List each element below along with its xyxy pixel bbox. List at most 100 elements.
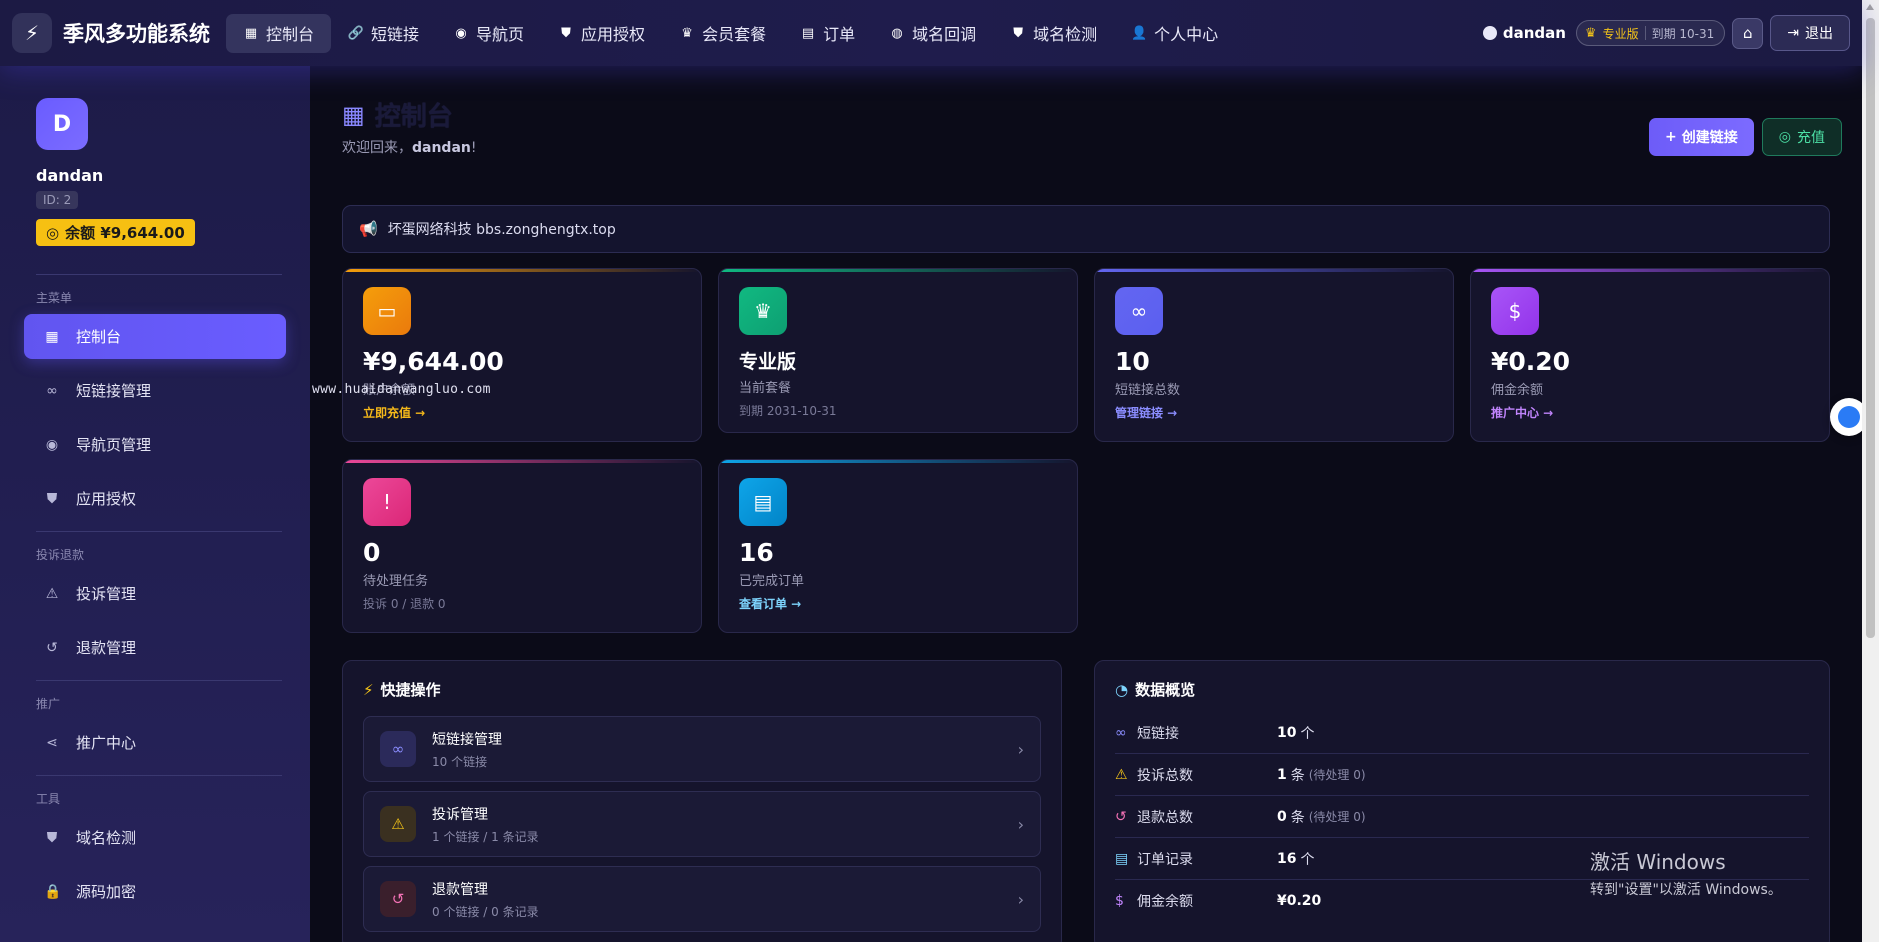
top-navbar: ⚡ 季风多功能系统 ▦ 控制台 🔗 短链接 ◉ 导航页 ⛊ 应用授权 ♛ 会员套… bbox=[0, 0, 1862, 66]
sidebar-item-code-encrypt[interactable]: 🔒 源码加密 bbox=[24, 869, 286, 914]
shield-icon: ⛊ bbox=[46, 490, 58, 507]
crown-icon: ♛ bbox=[739, 287, 787, 335]
quick-item-complaints[interactable]: ⚠ 投诉管理 1 个链接 / 1 条记录 › bbox=[363, 791, 1041, 857]
pie-chart-icon: ◔ bbox=[1115, 680, 1129, 699]
bolt-icon[interactable]: ⚡ bbox=[12, 13, 52, 53]
user-icon: 👤 bbox=[1131, 25, 1148, 41]
link-icon: ∞ bbox=[1115, 287, 1163, 335]
sidebar-section-title: 工具 bbox=[36, 792, 61, 806]
undo-icon: ↺ bbox=[1115, 808, 1127, 825]
nav-short-link[interactable]: 🔗 短链接 bbox=[331, 14, 436, 53]
user-menu[interactable]: dandan bbox=[1482, 24, 1566, 42]
recharge-button[interactable]: ◎ 充值 bbox=[1761, 118, 1842, 156]
watermark-text: www.huaidanwangluo.com bbox=[312, 382, 491, 397]
share-icon: ⋖ bbox=[46, 734, 58, 751]
alert-icon: ! bbox=[363, 478, 411, 526]
data-overview-panel: ◔ 数据概览 ∞ 短链接 10 个 ⚠ 投诉总数 1 条 (待处理 0) ↺ 退… bbox=[1094, 660, 1830, 942]
nav-orders[interactable]: ▤ 订单 bbox=[783, 14, 872, 53]
hand-coin-icon: $ bbox=[1491, 287, 1539, 335]
quick-item-short-links[interactable]: ∞ 短链接管理 10 个链接 › bbox=[363, 716, 1041, 782]
nav-app-auth[interactable]: ⛊ 应用授权 bbox=[541, 14, 662, 53]
header-actions: + 创建链接 ◎ 充值 bbox=[1649, 118, 1842, 156]
shield-icon: ⛊ bbox=[46, 829, 58, 846]
stat-card-plan: ♛ 专业版 当前套餐 到期 2031-10-31 bbox=[718, 268, 1078, 433]
grid-icon: ▦ bbox=[45, 328, 59, 345]
coins-icon: ◎ bbox=[1778, 129, 1791, 145]
main-nav: ▦ 控制台 🔗 短链接 ◉ 导航页 ⛊ 应用授权 ♛ 会员套餐 ▤ 订单 ◍ 域… bbox=[226, 0, 1235, 66]
home-button[interactable]: ⌂ bbox=[1732, 17, 1764, 49]
page-scrollbar[interactable] bbox=[1862, 0, 1879, 942]
globe-icon: ◍ bbox=[891, 25, 903, 41]
quick-actions-panel: ⚡ 快捷操作 ∞ 短链接管理 10 个链接 › ⚠ 投诉管理 1 个链接 / 1… bbox=[342, 660, 1062, 942]
app-brand[interactable]: 季风多功能系统 bbox=[63, 18, 210, 48]
warning-icon: ⚠ bbox=[380, 806, 416, 842]
megaphone-icon: 📢 bbox=[359, 220, 378, 238]
crown-icon: ♛ bbox=[1584, 25, 1597, 41]
wallet-icon: ▭ bbox=[363, 287, 411, 335]
sidebar-item-refunds[interactable]: ↺ 退款管理 bbox=[24, 625, 286, 670]
sidebar-item-app-auth[interactable]: ⛊ 应用授权 bbox=[24, 476, 286, 521]
nav-navigation-page[interactable]: ◉ 导航页 bbox=[436, 14, 541, 53]
stat-card-orders: ▤ 16 已完成订单 查看订单 → bbox=[718, 459, 1078, 633]
sidebar: D dandan ID: 2 ◎ 余额 ¥9,644.00 主菜单 ▦ 控制台 … bbox=[0, 66, 310, 942]
promotion-center-link[interactable]: 推广中心 → bbox=[1491, 404, 1809, 421]
scroll-thumb[interactable] bbox=[1866, 18, 1875, 638]
nav-membership[interactable]: ♛ 会员套餐 bbox=[662, 14, 783, 53]
home-icon: ⌂ bbox=[1743, 24, 1753, 42]
receipt-icon: ▤ bbox=[801, 25, 815, 41]
coins-icon: ◎ bbox=[46, 223, 60, 242]
top-right-area: dandan ♛ 专业版 到期 10-31 ⌂ ⇥ 退出 bbox=[1482, 15, 1850, 51]
recharge-link[interactable]: 立即充值 → bbox=[363, 404, 681, 421]
lock-icon: 🔒 bbox=[44, 883, 62, 900]
chat-icon bbox=[1838, 406, 1860, 428]
main-content: ▦ 控制台 欢迎回来，dandan! + 创建链接 ◎ 充值 📢 坏蛋网络科技 … bbox=[310, 66, 1862, 942]
quick-item-refunds[interactable]: ↺ 退款管理 0 个链接 / 0 条记录 › bbox=[363, 866, 1041, 932]
create-link-button[interactable]: + 创建链接 bbox=[1649, 118, 1754, 156]
grid-icon: ▦ bbox=[342, 100, 365, 129]
announcement-bar: 📢 坏蛋网络科技 bbs.zonghengtx.top bbox=[342, 205, 1830, 253]
warning-icon: ⚠ bbox=[1115, 766, 1128, 783]
logout-icon: ⇥ bbox=[1787, 25, 1799, 41]
sidebar-item-dashboard[interactable]: ▦ 控制台 bbox=[24, 314, 286, 359]
panel-title: ◔ 数据概览 bbox=[1115, 680, 1196, 700]
stat-card-short-links: ∞ 10 短链接总数 管理链接 → bbox=[1094, 268, 1454, 442]
scroll-up-arrow-icon[interactable] bbox=[1866, 4, 1874, 10]
chevron-right-icon: › bbox=[1017, 814, 1024, 834]
nav-domain-callback[interactable]: ◍ 域名回调 bbox=[872, 14, 993, 53]
sidebar-section-title: 推广 bbox=[36, 697, 61, 711]
windows-activation-notice: 激活 Windows 转到"设置"以激活 Windows。 bbox=[1590, 850, 1782, 898]
sidebar-section-title: 投诉退款 bbox=[36, 548, 85, 562]
sidebar-item-domain-check[interactable]: ⛊ 域名检测 bbox=[24, 815, 286, 860]
sidebar-item-short-link[interactable]: ∞ 短链接管理 bbox=[24, 368, 286, 413]
link-icon: ∞ bbox=[380, 731, 416, 767]
shield-icon: ⛊ bbox=[1013, 25, 1023, 41]
grid-icon: ▦ bbox=[244, 25, 258, 41]
nav-dashboard[interactable]: ▦ 控制台 bbox=[226, 13, 332, 53]
compass-icon: ◉ bbox=[45, 436, 59, 453]
nav-domain-check[interactable]: ⛊ 域名检测 bbox=[993, 14, 1114, 53]
sidebar-item-promotion[interactable]: ⋖ 推广中心 bbox=[24, 720, 286, 765]
compass-icon: ◉ bbox=[455, 25, 467, 41]
overview-row: ∞ 短链接 10 个 bbox=[1115, 712, 1809, 754]
receipt-icon: ▤ bbox=[739, 478, 787, 526]
balance-badge: ◎ 余额 ¥9,644.00 bbox=[36, 219, 195, 246]
sidebar-section-title: 主菜单 bbox=[36, 291, 73, 305]
sidebar-item-complaints[interactable]: ⚠ 投诉管理 bbox=[24, 571, 286, 616]
manage-links-link[interactable]: 管理链接 → bbox=[1115, 404, 1433, 421]
stat-card-pending: ! 0 待处理任务 投诉 0 / 退款 0 bbox=[342, 459, 702, 633]
chevron-right-icon: › bbox=[1017, 889, 1024, 909]
sidebar-item-navigation[interactable]: ◉ 导航页管理 bbox=[24, 422, 286, 467]
receipt-icon: ▤ bbox=[1115, 850, 1129, 867]
user-circle-icon bbox=[1482, 26, 1497, 40]
bolt-icon: ⚡ bbox=[363, 680, 374, 699]
overview-row: ⚠ 投诉总数 1 条 (待处理 0) bbox=[1115, 754, 1809, 796]
overview-row: ↺ 退款总数 0 条 (待处理 0) bbox=[1115, 796, 1809, 838]
sidebar-username: dandan bbox=[36, 166, 104, 185]
nav-profile[interactable]: 👤 个人中心 bbox=[1114, 14, 1235, 53]
page-title: ▦ 控制台 bbox=[342, 100, 453, 133]
plus-icon: + bbox=[1665, 129, 1677, 145]
view-orders-link[interactable]: 查看订单 → bbox=[739, 595, 1057, 612]
panel-title: ⚡ 快捷操作 bbox=[363, 680, 441, 700]
link-icon: ∞ bbox=[1115, 724, 1127, 741]
logout-button[interactable]: ⇥ 退出 bbox=[1770, 15, 1850, 51]
